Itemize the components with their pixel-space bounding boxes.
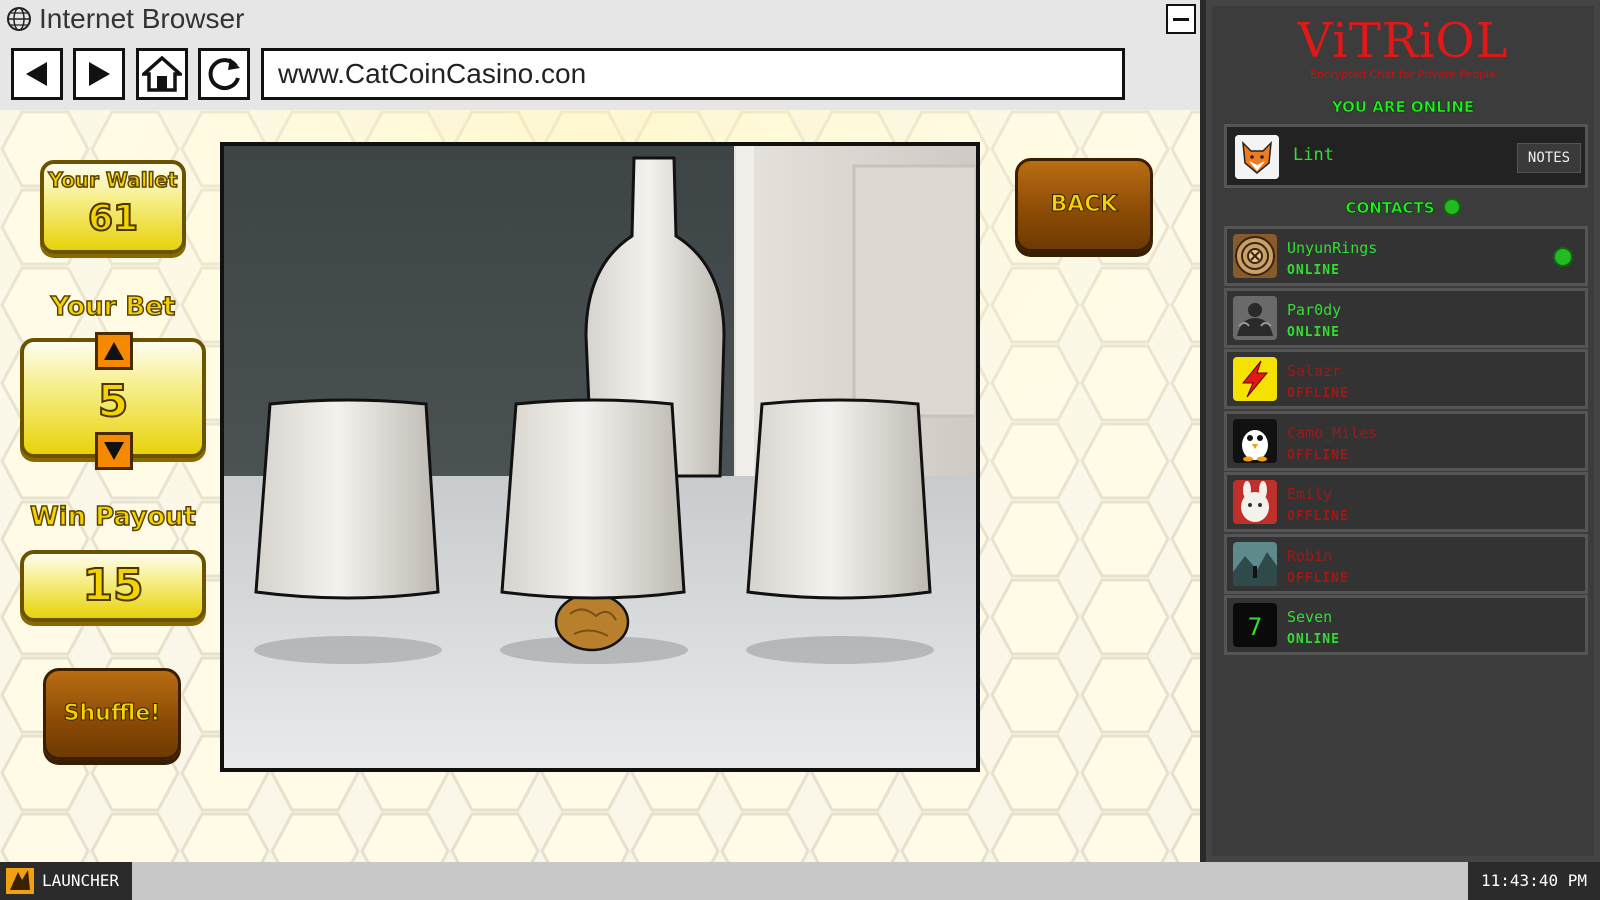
bet-panel: 5 [20, 332, 206, 470]
contacts-header: CONTACTS [1212, 198, 1594, 217]
arrow-left-icon [26, 62, 47, 86]
cup-right[interactable] [746, 398, 932, 600]
payout-panel: 15 [20, 550, 206, 622]
cup-middle[interactable] [500, 398, 686, 600]
url-bar[interactable]: www.CatCoinCasino.con [261, 48, 1125, 100]
lightning-icon [1233, 357, 1277, 401]
page-viewport: Your Wallet 61 Your Bet 5 Win Payout 15 … [0, 110, 1200, 862]
contact-row[interactable]: Robin OFFLINE [1224, 533, 1588, 594]
refresh-icon [208, 58, 240, 91]
triangle-down-icon [104, 442, 124, 460]
shell-game-scene [220, 142, 980, 772]
launcher-label: LAUNCHER [42, 871, 120, 890]
landscape-avatar [1233, 541, 1277, 586]
notification-dot-icon [1442, 198, 1461, 216]
fox-avatar [1235, 135, 1279, 179]
title-bar: Internet Browser [0, 0, 1200, 38]
contact-row[interactable]: Par0dy ONLINE [1224, 287, 1588, 348]
contact-name: Par0dy [1287, 300, 1342, 319]
contact-status: OFFLINE [1287, 447, 1349, 463]
window-title: Internet Browser [39, 3, 245, 34]
bet-increase-button[interactable] [95, 332, 133, 370]
home-icon [142, 56, 182, 92]
self-profile-row: Lint NOTES [1224, 124, 1588, 188]
unread-alert-icon [1553, 247, 1573, 267]
clock: 11:43:40 PM [1468, 862, 1600, 900]
contact-name: Seven [1287, 608, 1333, 626]
chat-tagline: Encrypted Chat for Private People [1310, 68, 1496, 81]
contact-row[interactable]: UnyunRings ONLINE [1224, 226, 1588, 286]
vitriol-chat-panel: ViTRiOL Encrypted Chat for Private Peopl… [1200, 0, 1600, 862]
contact-row[interactable]: Emily OFFLINE [1224, 472, 1588, 532]
payout-value: 15 [81, 559, 144, 612]
contact-name: UnyunRings [1287, 239, 1378, 257]
globe-icon [7, 7, 31, 31]
contact-name: Emily [1287, 485, 1333, 503]
contact-status: ONLINE [1287, 324, 1340, 340]
contact-status: OFFLINE [1287, 570, 1349, 586]
cup-left[interactable] [254, 398, 440, 600]
target-icon [1233, 234, 1277, 278]
back-arrow-button[interactable] [11, 48, 63, 100]
svg-text:7: 7 [1248, 613, 1262, 641]
online-status: YOU ARE ONLINE [1331, 98, 1475, 117]
home-button[interactable] [136, 48, 188, 100]
payout-label: Win Payout [29, 501, 197, 533]
bunny-avatar [1233, 480, 1277, 524]
launcher-button[interactable]: LAUNCHER [0, 862, 132, 900]
notes-button[interactable]: NOTES [1517, 143, 1581, 173]
self-username: Lint [1293, 145, 1334, 165]
contact-name: Camo_Miles [1287, 423, 1378, 442]
penguin-avatar [1233, 418, 1277, 463]
triangle-up-icon [104, 342, 124, 360]
forward-arrow-button[interactable] [73, 48, 125, 100]
wallet-value: 61 [87, 197, 139, 240]
taskbar: LAUNCHER 11:43:40 PM [0, 862, 1600, 900]
walnut-ball [554, 592, 630, 652]
chat-inner: ViTRiOL Encrypted Chat for Private Peopl… [1212, 6, 1594, 856]
shuffle-button[interactable]: Shuffle! [43, 668, 181, 760]
contact-name: Salazr [1287, 362, 1342, 380]
contact-status: OFFLINE [1287, 509, 1349, 524]
bet-label: Your Bet [50, 291, 176, 323]
contact-name: Robin [1287, 546, 1333, 565]
arrow-right-icon [89, 62, 110, 86]
bet-decrease-button[interactable] [95, 432, 133, 470]
launcher-icon [6, 868, 34, 894]
contacts-title: CONTACTS [1345, 199, 1435, 218]
contact-status: OFFLINE [1287, 386, 1349, 401]
minimize-button[interactable] [1166, 4, 1196, 34]
seven-avatar: 7 [1233, 603, 1277, 647]
wallet-panel: Your Wallet 61 [40, 160, 186, 254]
contact-status: ONLINE [1287, 263, 1340, 278]
browser-window: Internet Browser www.CatCoinCasino.con Y… [0, 0, 1200, 862]
bet-value: 5 [97, 375, 130, 428]
contact-row[interactable]: Camo_Miles OFFLINE [1224, 410, 1588, 471]
refresh-button[interactable] [198, 48, 250, 100]
vitriol-logo: ViTRiOL [1297, 13, 1509, 69]
back-button[interactable]: BACK [1015, 158, 1153, 252]
navigation-bar: www.CatCoinCasino.con [0, 38, 1200, 110]
contact-row[interactable]: 7 Seven ONLINE [1224, 595, 1588, 655]
contact-row[interactable]: Salazr OFFLINE [1224, 349, 1588, 409]
muscle-man-avatar [1233, 295, 1277, 340]
wallet-label: Your Wallet [48, 167, 179, 193]
contact-status: ONLINE [1287, 632, 1340, 647]
